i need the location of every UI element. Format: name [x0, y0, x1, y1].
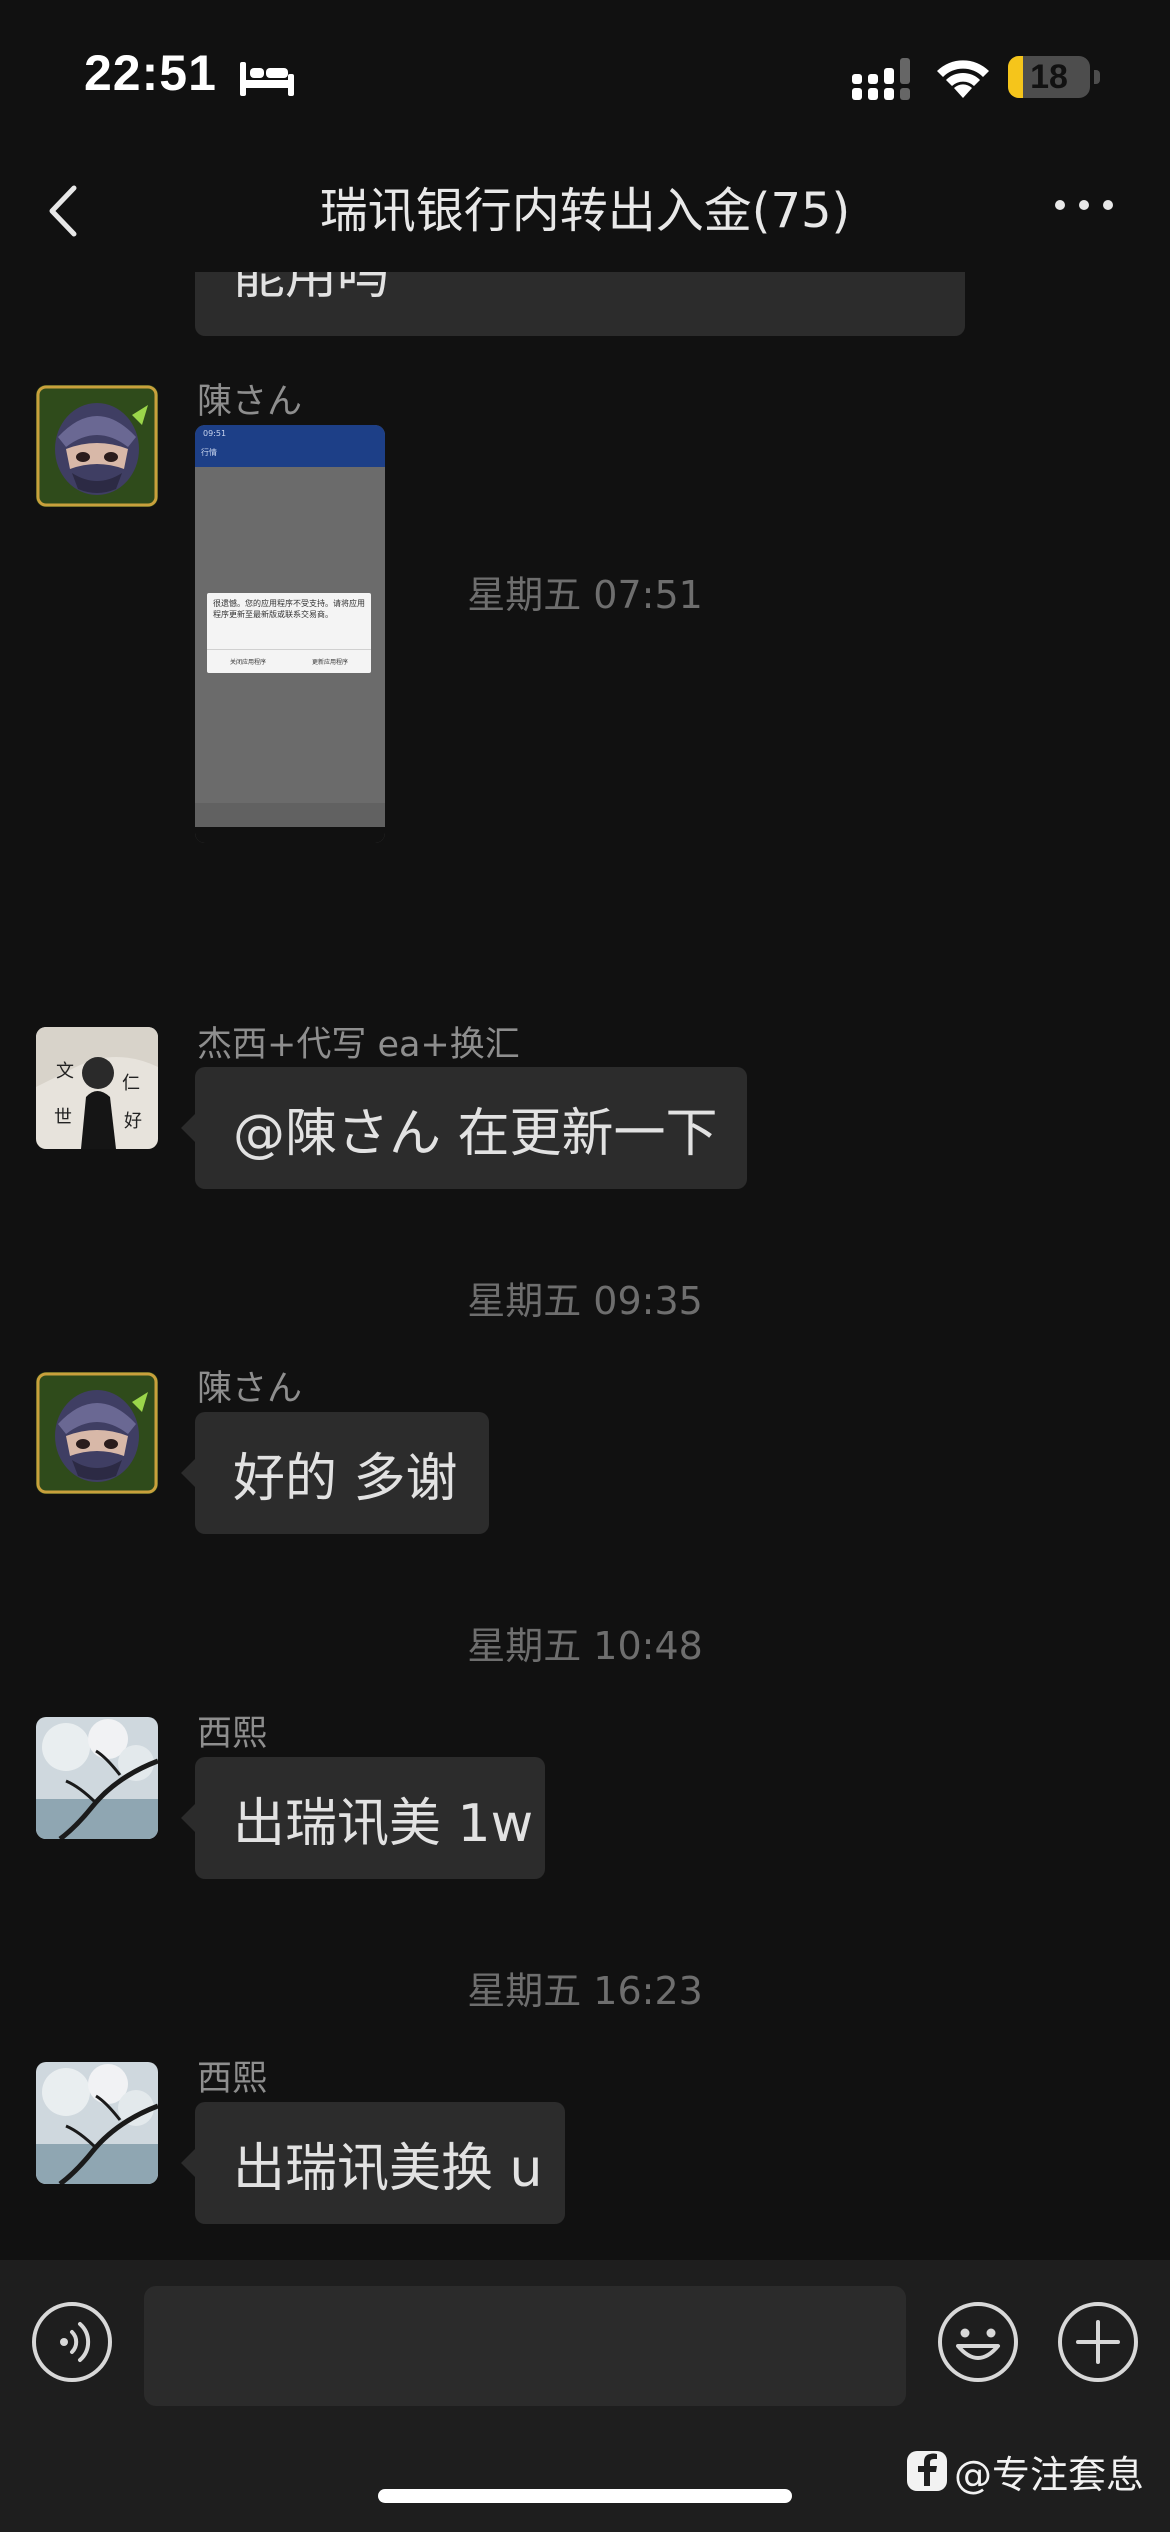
message-text: 出瑞讯美 1w: [233, 1793, 534, 1854]
status-time: 22:51: [84, 45, 217, 101]
more-dots-icon[interactable]: [1052, 190, 1116, 220]
bubble-tail: [181, 2149, 195, 2177]
message-text: 好的 多谢: [233, 1448, 458, 1509]
timestamp: 星期五 09:35: [467, 1279, 703, 1323]
avatar[interactable]: [36, 385, 158, 507]
thumb-close-app-label: 关闭应用程序: [229, 659, 266, 666]
thumb-tab-bar: [195, 803, 385, 827]
avatar[interactable]: [36, 1717, 158, 1839]
svg-text:仁: 仁: [122, 1073, 140, 1094]
thumb-nav-bar: [195, 827, 385, 843]
sender-name: 西熙: [197, 2059, 268, 2099]
svg-text:好: 好: [124, 1111, 142, 1132]
cellular-signal-icon: [852, 58, 910, 100]
thumb-app-title: 行情: [201, 448, 217, 457]
sender-name: 西熙: [197, 1714, 268, 1754]
nav-bar: 瑞讯银行内转出入金(75): [0, 150, 1170, 272]
avatar[interactable]: [36, 2062, 158, 2184]
message-bubble[interactable]: 能用吗: [195, 272, 965, 336]
bubble-tail: [181, 1804, 195, 1832]
thumb-app-header: 09:51 行情: [195, 425, 385, 467]
sender-name: 杰西+代写 ea+换汇: [197, 1025, 520, 1065]
emoji-icon[interactable]: [936, 2300, 1020, 2384]
message-input[interactable]: [144, 2286, 906, 2406]
sender-name: 陳さん: [197, 382, 303, 422]
thumb-dialog-buttons: 关闭应用程序 更新应用程序: [207, 649, 371, 673]
message-text: 能用吗: [233, 272, 390, 306]
message-bubble[interactable]: 出瑞讯美换 u: [195, 2102, 565, 2224]
status-bar: 22:51 18: [0, 0, 1170, 150]
timestamp: 星期五 10:48: [467, 1624, 703, 1668]
home-indicator[interactable]: [378, 2489, 792, 2503]
sender-name: 陳さん: [197, 1369, 303, 1409]
message-bubble[interactable]: @陳さん 在更新一下: [195, 1067, 747, 1189]
timestamp: 星期五 07:51: [467, 573, 703, 617]
svg-text:世: 世: [54, 1107, 72, 1128]
portrait-avatar-icon: 文 仁 世 好: [36, 1027, 158, 1149]
ninja-avatar-icon: [36, 385, 158, 507]
bubble-tail: [181, 1114, 195, 1142]
avatar[interactable]: 文 仁 世 好: [36, 1027, 158, 1149]
platform-logo-icon: [907, 2451, 947, 2491]
shared-screenshot-image[interactable]: 09:51 行情 很遗憾。您的应用程序不受支持。请将应用程序更新至最新版或联系交…: [195, 425, 385, 843]
bubble-tail: [181, 1459, 195, 1487]
battery-cap: [1094, 70, 1100, 84]
plus-icon[interactable]: [1056, 2300, 1140, 2384]
message-bubble[interactable]: 好的 多谢: [195, 1412, 489, 1534]
watermark: @专注套息: [906, 2443, 1166, 2499]
timestamp: 星期五 16:23: [467, 1969, 703, 2013]
thumb-status-time: 09:51: [203, 429, 227, 438]
battery-icon: 18: [1008, 56, 1090, 98]
chat-title: 瑞讯银行内转出入金(75): [319, 183, 851, 239]
blossom-tree-avatar-icon: [36, 2062, 158, 2184]
bed-icon: [240, 62, 294, 96]
avatar[interactable]: [36, 1372, 158, 1494]
wifi-icon: [937, 60, 989, 98]
message-text: @陳さん 在更新一下: [233, 1103, 718, 1164]
ninja-avatar-icon: [36, 1372, 158, 1494]
battery-level: 18: [1030, 57, 1068, 96]
watermark-text: @专注套息: [954, 2452, 1145, 2497]
svg-text:文: 文: [56, 1061, 74, 1082]
message-text: 出瑞讯美换 u: [233, 2138, 543, 2199]
blossom-tree-avatar-icon: [36, 1717, 158, 1839]
thumb-update-app-label: 更新应用程序: [311, 659, 348, 666]
chevron-left-icon[interactable]: [42, 180, 86, 242]
voice-icon[interactable]: [30, 2300, 114, 2384]
chat-messages[interactable]: 能用吗 陳さん 09:51 行情 很遗憾。您的应用程序不受支持。请将应用程序更新…: [0, 272, 1170, 2260]
message-bubble[interactable]: 出瑞讯美 1w: [195, 1757, 545, 1879]
